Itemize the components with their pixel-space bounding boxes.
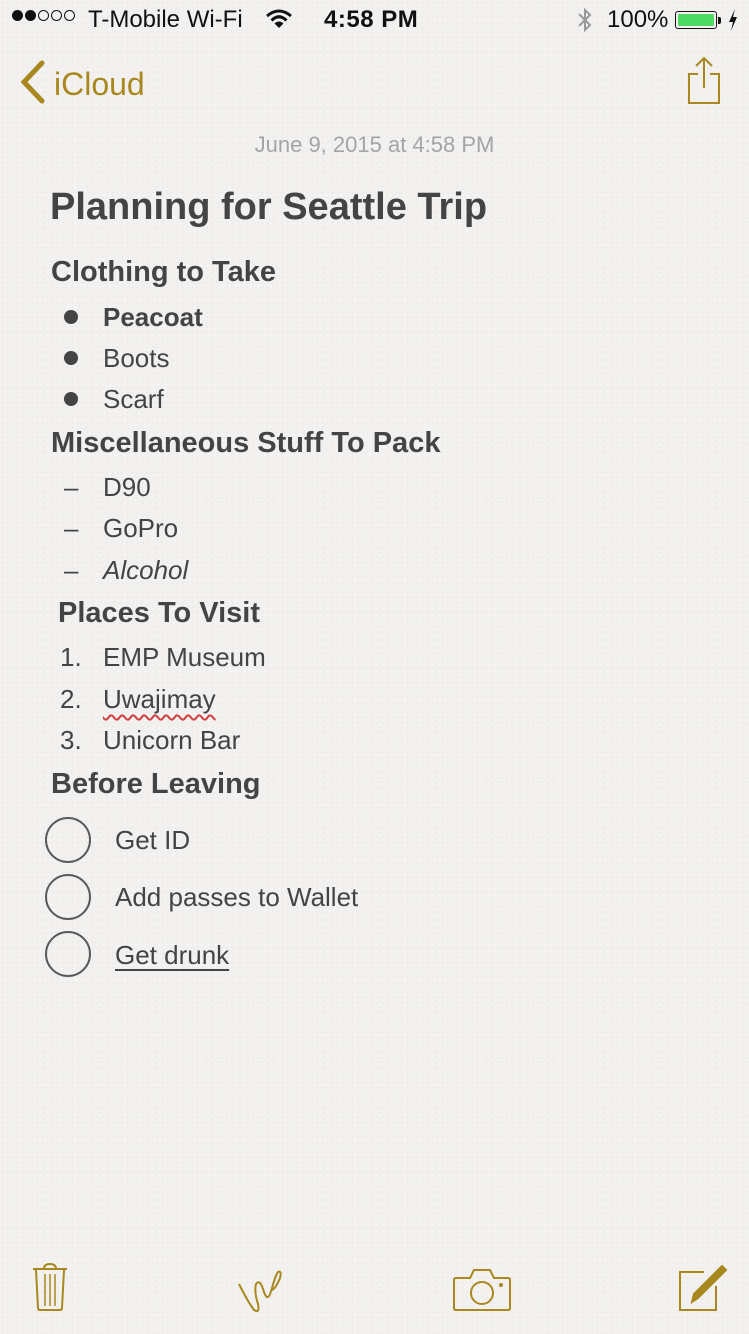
checklist-item[interactable]: Add passes to Wallet	[115, 882, 358, 913]
section-heading[interactable]: Miscellaneous Stuff To Pack	[51, 427, 440, 460]
number-marker: 2.	[60, 684, 82, 714]
share-button[interactable]	[686, 56, 722, 111]
compose-icon	[678, 1264, 728, 1316]
checklist-item[interactable]: Get ID	[115, 825, 190, 856]
list-item[interactable]: GoPro	[103, 513, 178, 544]
camera-icon	[452, 1269, 512, 1316]
list-item[interactable]: Alcohol	[103, 555, 188, 586]
note-title[interactable]: Planning for Seattle Trip	[50, 186, 487, 229]
checklist-checkbox[interactable]	[45, 874, 91, 920]
note-date: June 9, 2015 at 4:58 PM	[254, 132, 495, 157]
battery-fill	[678, 14, 714, 26]
status-bar: T-Mobile Wi-Fi 4:58 PM 100%	[0, 0, 749, 40]
list-item[interactable]: Unicorn Bar	[103, 725, 240, 756]
list-item[interactable]: D90	[103, 472, 151, 503]
dash-marker: –	[64, 513, 79, 543]
signal-strength-icon	[12, 10, 75, 21]
share-icon	[686, 56, 722, 110]
bullet-icon	[64, 310, 78, 324]
list-item[interactable]: Scarf	[103, 384, 164, 415]
bullet-icon	[64, 392, 78, 406]
chevron-left-icon	[18, 60, 46, 109]
bullet-icon	[64, 351, 78, 365]
section-heading[interactable]: Clothing to Take	[51, 256, 276, 289]
section-heading[interactable]: Places To Visit	[58, 597, 260, 630]
checklist-item[interactable]: Get drunk	[115, 940, 229, 971]
battery-tip	[718, 17, 721, 24]
sketch-icon	[236, 1270, 286, 1318]
list-item[interactable]: EMP Museum	[103, 642, 266, 673]
dash-marker: –	[64, 555, 79, 585]
charging-bolt-icon	[727, 8, 739, 39]
dash-marker: –	[64, 472, 79, 502]
sketch-button[interactable]	[236, 1266, 286, 1319]
camera-button[interactable]	[452, 1266, 512, 1317]
list-item-misspelled[interactable]: Uwajimay	[103, 684, 216, 715]
battery-icon	[675, 11, 717, 29]
trash-icon	[30, 1262, 70, 1316]
section-heading[interactable]: Before Leaving	[51, 768, 261, 801]
battery-percent: 100%	[607, 6, 669, 33]
number-marker: 3.	[60, 725, 82, 755]
checklist-checkbox[interactable]	[45, 817, 91, 863]
delete-button[interactable]	[30, 1262, 70, 1317]
checklist-checkbox[interactable]	[45, 931, 91, 977]
bluetooth-icon	[576, 7, 594, 40]
compose-button[interactable]	[678, 1264, 728, 1317]
back-label: iCloud	[54, 66, 145, 102]
wifi-icon	[266, 8, 292, 37]
carrier-name: T-Mobile Wi-Fi	[88, 6, 243, 33]
list-item[interactable]: Peacoat	[103, 302, 203, 333]
list-item[interactable]: Boots	[103, 343, 170, 374]
clock: 4:58 PM	[324, 6, 419, 33]
number-marker: 1.	[60, 642, 82, 672]
back-button[interactable]: iCloud	[18, 60, 145, 109]
